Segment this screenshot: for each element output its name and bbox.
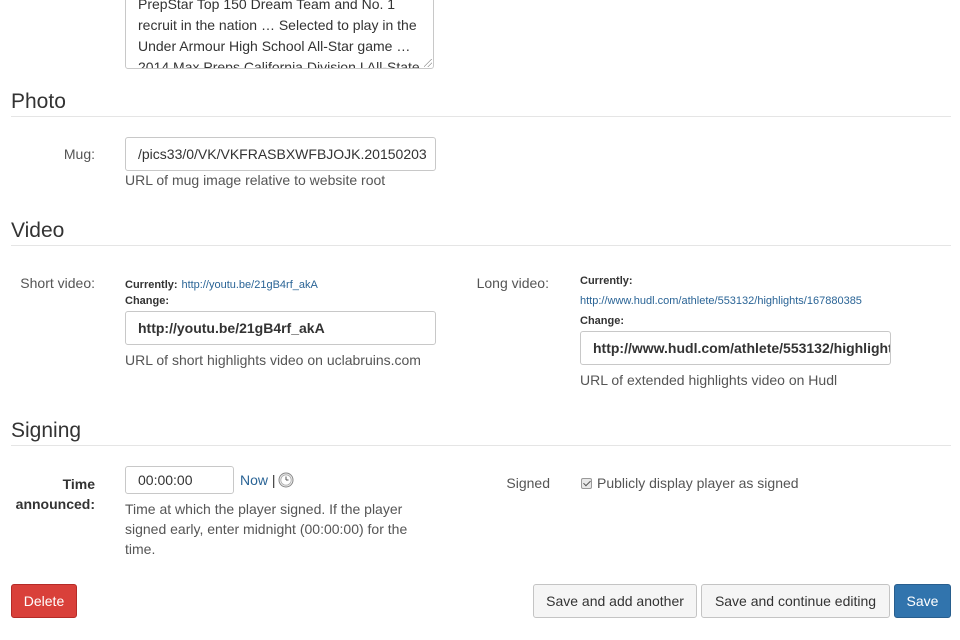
resize-handle-icon[interactable]: [424, 59, 432, 67]
mug-label: Mug:: [63, 146, 95, 162]
bio-line: 2014 Max Preps California Division I All…: [138, 59, 420, 69]
section-title-photo: Photo: [11, 90, 66, 113]
long-video-current-link[interactable]: http://www.hudl.com/athlete/553132/highl…: [580, 295, 862, 307]
change-label: Change:: [125, 295, 169, 307]
short-video-help-text: URL of short highlights video on uclabru…: [125, 352, 421, 368]
section-title-video: Video: [11, 219, 65, 242]
short-video-current: Currently: http://youtu.be/21gB4rf_akA: [125, 275, 318, 291]
long-video-input[interactable]: http://www.hudl.com/athlete/553132/highl…: [580, 331, 891, 365]
time-shortcuts: Now |: [240, 472, 276, 488]
signed-checkbox-label[interactable]: Publicly display player as signed: [597, 475, 799, 491]
long-video-help-text: URL of extended highlights video on Hudl: [580, 372, 838, 388]
delete-button[interactable]: Delete: [11, 584, 77, 618]
time-input[interactable]: 00:00:00: [125, 466, 234, 494]
save-button[interactable]: Save: [894, 584, 951, 618]
bio-textarea[interactable]: PrepStar Top 150 Dream Team and No. 1 re…: [125, 0, 434, 69]
save-and-continue-editing-button[interactable]: Save and continue editing: [701, 584, 890, 618]
now-link[interactable]: Now: [240, 472, 268, 488]
change-label: Change:: [580, 315, 624, 327]
bio-line: recruit in the nation … Selected to play…: [138, 17, 417, 33]
separator: |: [271, 472, 276, 488]
signed-checkbox[interactable]: [581, 478, 592, 489]
currently-label: Currently:: [125, 279, 178, 291]
time-help-text: Time at which the player signed. If the …: [125, 501, 408, 557]
long-video-label: Long video:: [476, 275, 549, 291]
currently-label: Currently:: [580, 275, 633, 287]
mug-help-text: URL of mug image relative to website roo…: [125, 172, 386, 188]
short-video-current-link[interactable]: http://youtu.be/21gB4rf_akA: [181, 279, 317, 291]
mug-input[interactable]: /pics33/0/VK/VKFRASBXWFBJOJK.20150203: [125, 137, 436, 171]
short-video-input[interactable]: http://youtu.be/21gB4rf_akA: [125, 311, 436, 345]
section-divider: [11, 116, 951, 117]
save-and-add-another-button[interactable]: Save and add another: [533, 584, 697, 618]
time-label-line: Time: [62, 476, 95, 492]
bio-line: Under Armour High School All-Star game …: [138, 38, 411, 54]
short-video-label: Short video:: [20, 275, 95, 291]
section-title-signing: Signing: [11, 419, 82, 442]
time-announced-label: Time announced:: [10, 474, 95, 514]
clock-icon[interactable]: [278, 472, 294, 488]
section-divider: [11, 245, 951, 246]
signed-label: Signed: [506, 475, 550, 491]
section-divider: [11, 445, 951, 446]
bio-line: PrepStar Top 150 Dream Team and No. 1: [138, 0, 396, 12]
time-label-line: announced:: [15, 496, 95, 512]
